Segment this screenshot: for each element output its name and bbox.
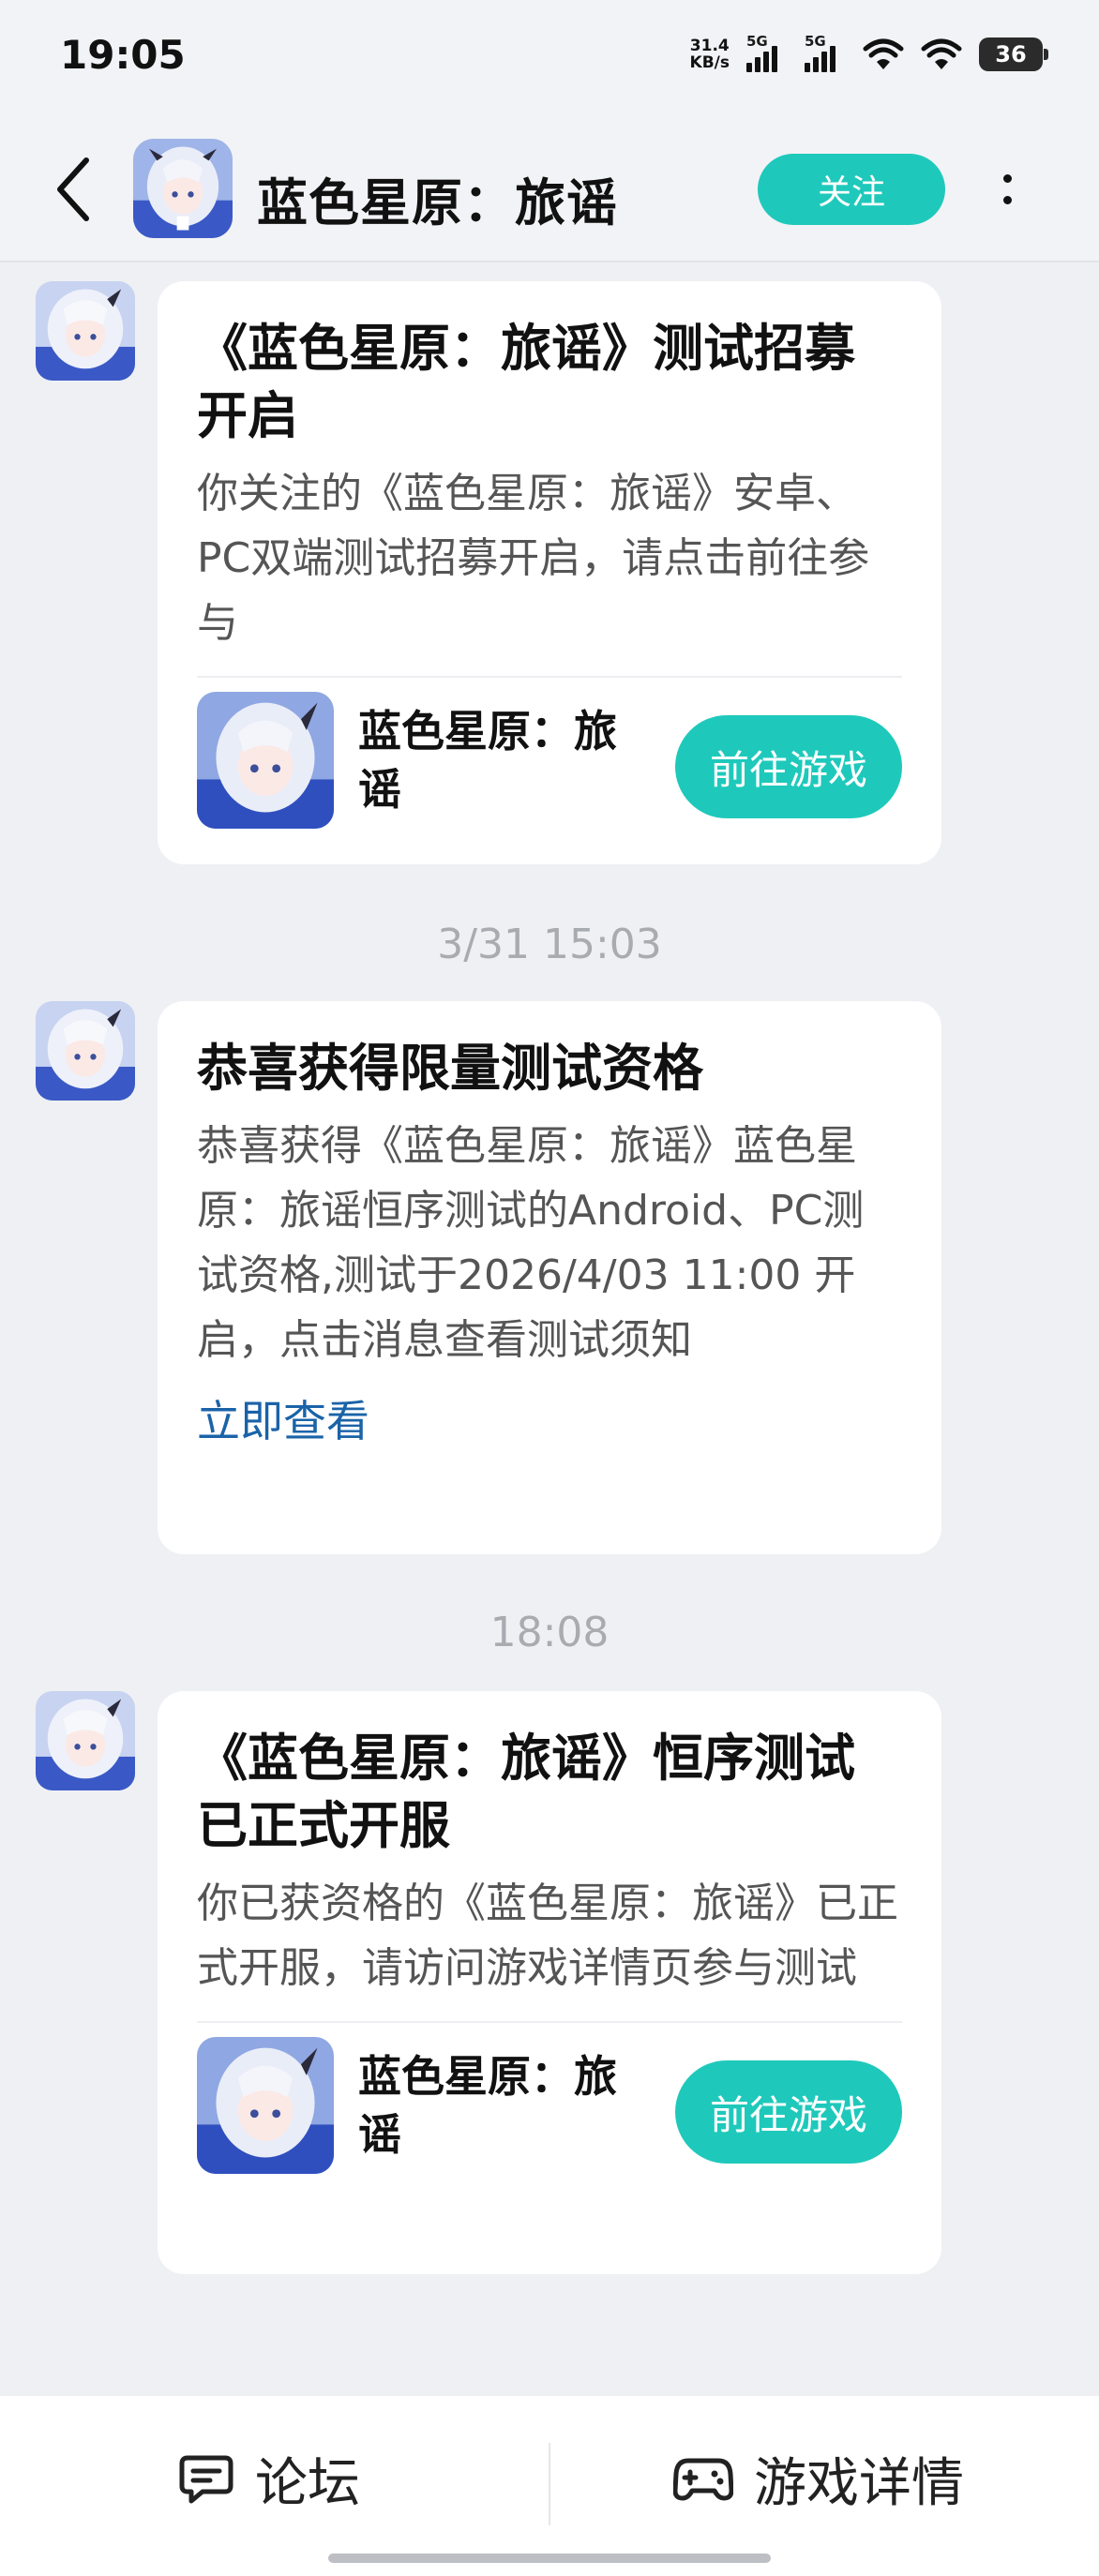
message-body: 恭喜获得《蓝色星原：旅谣》蓝色星原：旅谣恒序测试的Android、PC测试资格,… xyxy=(197,1122,865,1364)
game-name: 蓝色星原：旅谣 xyxy=(358,706,617,815)
view-now-link[interactable]: 立即查看 xyxy=(197,1391,902,1451)
follow-button[interactable]: 关注 xyxy=(758,154,945,225)
game-details-label: 游戏详情 xyxy=(754,2452,964,2514)
signal-icon: 5G xyxy=(746,33,788,72)
signal-label: 5G xyxy=(746,33,768,50)
page-title: 蓝色星原：旅谣 xyxy=(257,173,618,232)
message-body: 你关注的《蓝色星原：旅谣》安卓、PC双端测试招募开启，请点击前往参与 xyxy=(197,470,870,647)
forum-tab[interactable]: 论坛 xyxy=(178,2441,360,2516)
game-entry[interactable]: 蓝色星原：旅谣 前往游戏 xyxy=(197,2023,902,2188)
header: 蓝色星原：旅谣 关注 xyxy=(0,112,1099,262)
status-time: 19:05 xyxy=(60,32,186,78)
anime-girl-game-icon xyxy=(197,692,334,829)
tab-divider xyxy=(549,2443,550,2525)
network-speed: 31.4 KB/s xyxy=(689,37,730,72)
message-title: 《蓝色星原：旅谣》恒序测试已正式开服 xyxy=(197,1729,855,1855)
message-card[interactable]: 恭喜获得限量测试资格 恭喜获得《蓝色星原：旅谣》蓝色星原：旅谣恒序测试的Andr… xyxy=(158,1001,941,1554)
anime-girl-avatar-icon xyxy=(133,139,233,238)
battery-icon: 36 xyxy=(979,37,1048,71)
message-card[interactable]: 《蓝色星原：旅谣》恒序测试已正式开服 你已获资格的《蓝色星原：旅谣》已正式开服，… xyxy=(158,1691,941,2274)
more-vertical-icon xyxy=(1002,174,1012,183)
message-card[interactable]: 《蓝色星原：旅谣》测试招募开启 你关注的《蓝色星原：旅谣》安卓、PC双端测试招募… xyxy=(158,281,941,864)
home-indicator[interactable] xyxy=(328,2554,771,2563)
wifi-icon xyxy=(863,37,904,71)
gamepad-icon xyxy=(673,2458,733,2501)
anime-girl-game-icon xyxy=(197,2037,334,2174)
back-button[interactable] xyxy=(45,152,101,227)
more-button[interactable] xyxy=(986,159,1028,219)
game-name: 蓝色星原：旅谣 xyxy=(358,2051,617,2160)
anime-girl-avatar-icon xyxy=(36,1691,135,1790)
game-entry[interactable]: 蓝色星原：旅谣 前往游戏 xyxy=(197,678,902,843)
wifi-icon-2 xyxy=(921,37,962,71)
signal-icon-2: 5G xyxy=(805,33,846,72)
status-icons: 31.4 KB/s 5G 5G 36 xyxy=(689,33,1048,75)
chevron-left-icon xyxy=(57,157,89,221)
game-avatar[interactable] xyxy=(133,139,233,238)
forum-label: 论坛 xyxy=(255,2452,360,2514)
forum-chat-icon xyxy=(179,2455,233,2504)
message-timestamp: 3/31 15:03 xyxy=(437,921,662,968)
game-icon xyxy=(197,2037,334,2174)
game-details-tab[interactable]: 游戏详情 xyxy=(673,2441,964,2516)
sender-avatar[interactable] xyxy=(36,1001,135,1101)
sender-avatar[interactable] xyxy=(36,1691,135,1790)
status-bar: 19:05 31.4 KB/s 5G 5G 36 xyxy=(0,0,1099,112)
message-title: 《蓝色星原：旅谣》测试招募开启 xyxy=(197,319,855,445)
anime-girl-avatar-icon xyxy=(36,281,135,381)
sender-avatar[interactable] xyxy=(36,281,135,381)
anime-girl-avatar-icon xyxy=(36,1001,135,1101)
go-to-game-button[interactable]: 前往游戏 xyxy=(675,2060,902,2164)
signal-label-2: 5G xyxy=(805,33,826,50)
message-timestamp: 18:08 xyxy=(489,1609,610,1656)
message-body: 你已获资格的《蓝色星原：旅谣》已正式开服，请访问游戏详情页参与测试 xyxy=(197,1880,898,1992)
go-to-game-button[interactable]: 前往游戏 xyxy=(675,715,902,818)
game-icon xyxy=(197,692,334,829)
message-title: 恭喜获得限量测试资格 xyxy=(197,1039,703,1098)
bottom-bar: 论坛 游戏详情 xyxy=(0,2396,1099,2576)
